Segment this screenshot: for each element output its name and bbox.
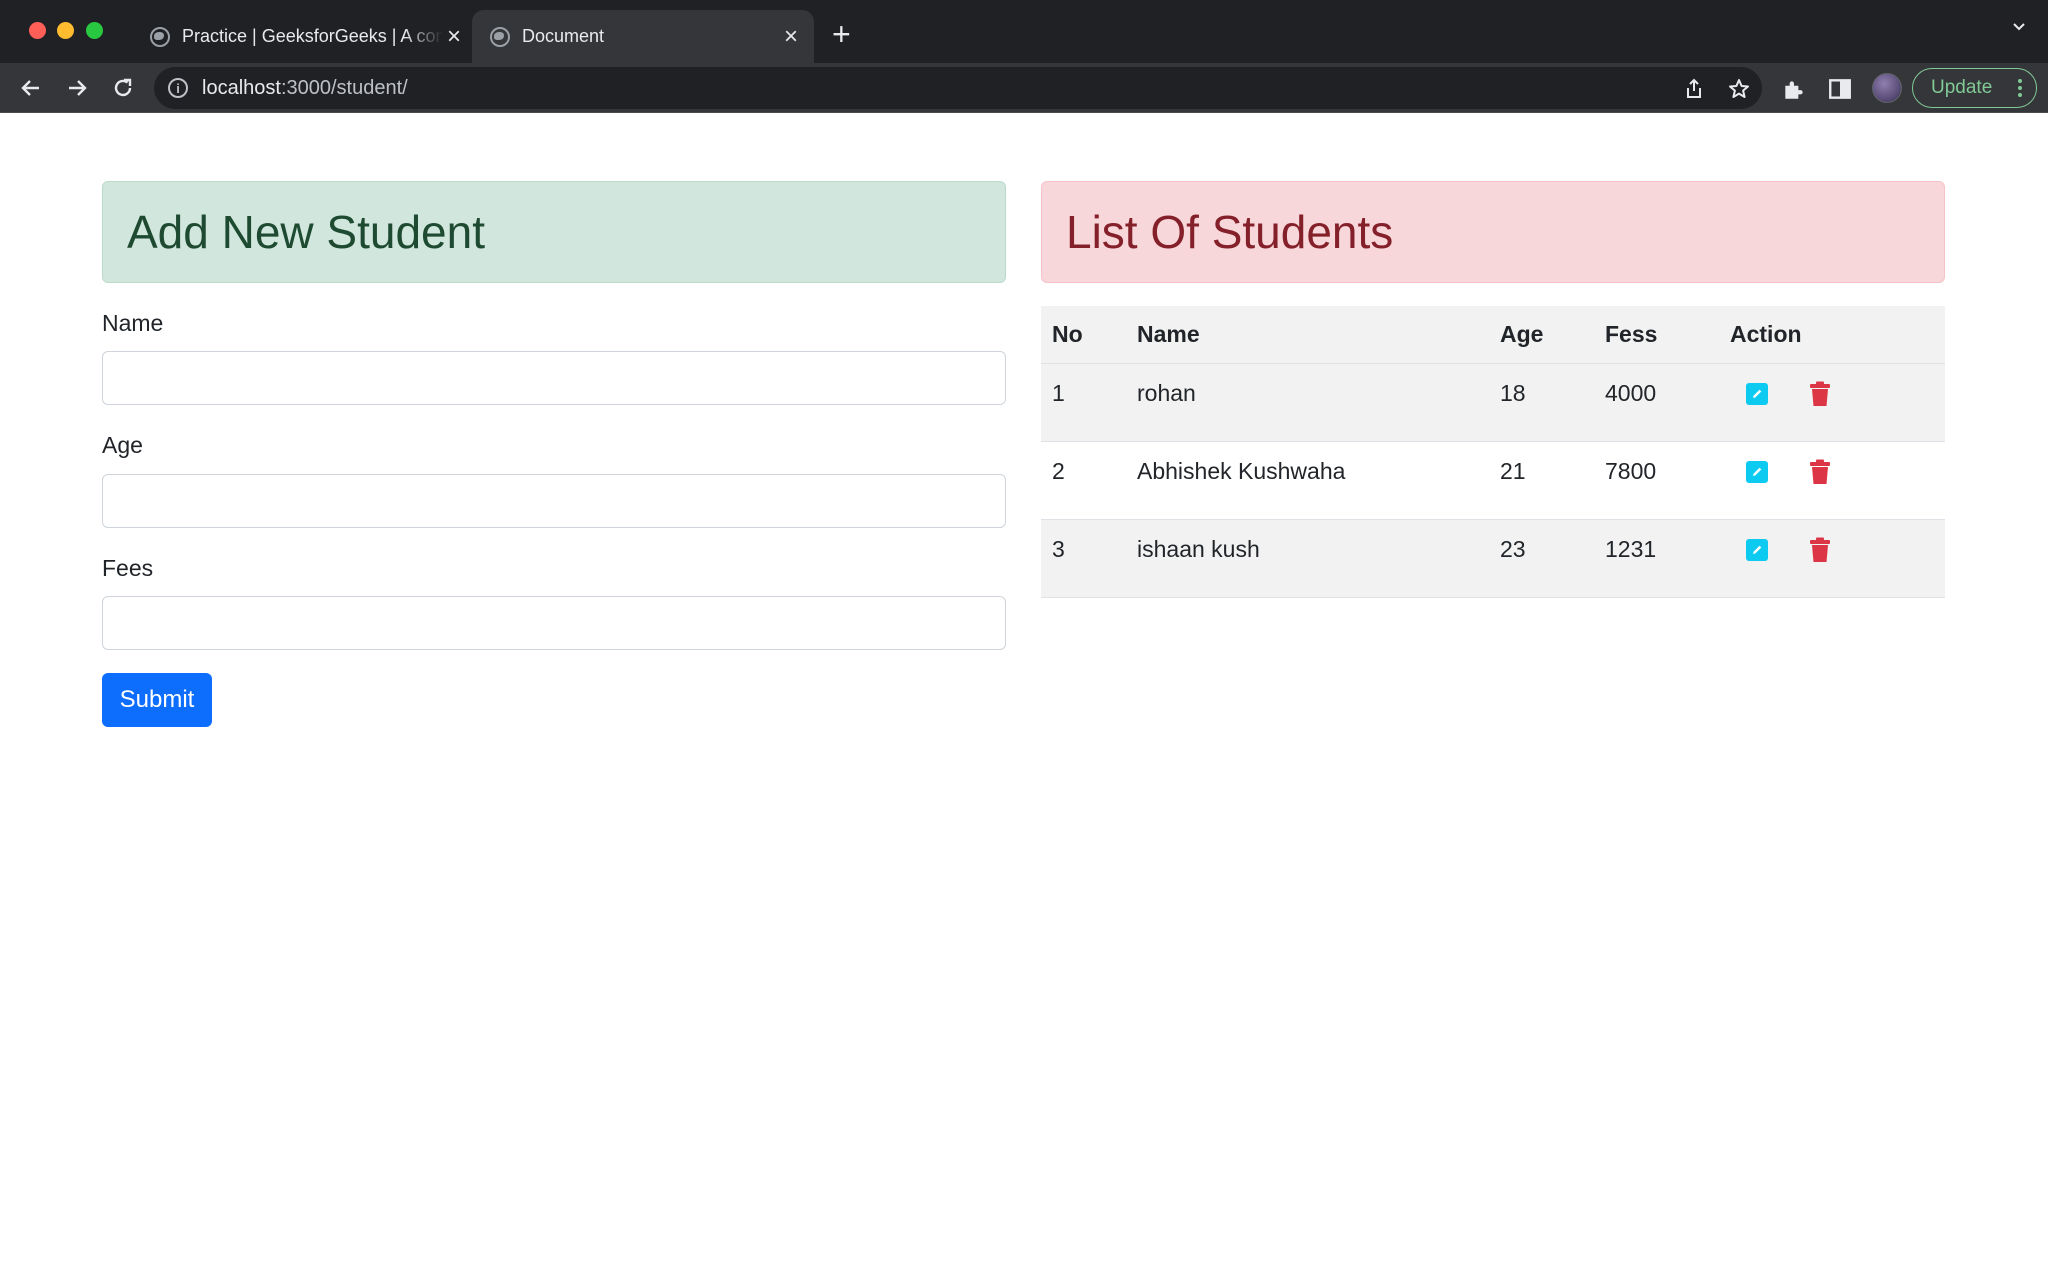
table-header-row: No Name Age Fess Action [1041, 306, 1945, 364]
close-tab-icon[interactable]: × [780, 24, 802, 48]
minimize-window-button[interactable] [57, 22, 74, 39]
table-row: 1 rohan 18 4000 [1041, 363, 1945, 442]
student-table: No Name Age Fess Action 1 rohan 18 4000 [1041, 306, 1945, 598]
edit-icon[interactable] [1746, 460, 1768, 483]
close-tab-icon[interactable]: × [443, 24, 465, 48]
chevron-down-icon[interactable] [2012, 20, 2026, 34]
fees-input[interactable] [102, 596, 1006, 650]
reload-button[interactable] [108, 73, 138, 103]
student-list-heading: List Of Students [1041, 181, 1945, 283]
cell-age: 23 [1489, 519, 1594, 598]
back-button[interactable] [16, 73, 46, 103]
update-button[interactable]: Update [1912, 68, 2037, 108]
column-header-no: No [1041, 306, 1126, 364]
trash-icon[interactable] [1808, 537, 1832, 563]
trash-icon[interactable] [1808, 381, 1832, 407]
arrow-left-icon [21, 80, 39, 96]
more-vert-icon [2018, 79, 2022, 97]
cell-name: ishaan kush [1126, 519, 1489, 598]
add-student-heading: Add New Student [102, 181, 1006, 283]
cell-no: 3 [1041, 519, 1126, 598]
name-input[interactable] [102, 351, 1006, 405]
info-icon[interactable]: i [168, 78, 188, 98]
edit-icon[interactable] [1746, 538, 1768, 561]
cell-fees: 7800 [1594, 441, 1719, 520]
submit-button[interactable]: Submit [102, 673, 212, 727]
cell-name: rohan [1126, 363, 1489, 442]
cell-fees: 1231 [1594, 519, 1719, 598]
trash-icon[interactable] [1808, 459, 1832, 485]
tab-title: Practice | GeeksforGeeks | A computer sc… [182, 26, 443, 46]
forward-button[interactable] [62, 73, 92, 103]
column-header-age: Age [1489, 306, 1594, 364]
globe-icon [150, 26, 170, 47]
cell-action [1719, 363, 1945, 442]
browser-tab-strip: Practice | GeeksforGeeks | A computer sc… [0, 0, 2048, 63]
table-row: 2 Abhishek Kushwaha 21 7800 [1041, 441, 1945, 520]
name-label: Name [102, 310, 164, 336]
reload-icon [114, 78, 132, 97]
cell-age: 21 [1489, 441, 1594, 520]
column-header-name: Name [1126, 306, 1489, 364]
column-header-fees: Fess [1594, 306, 1719, 364]
column-header-action: Action [1719, 306, 1945, 364]
profile-avatar[interactable] [1872, 73, 1902, 103]
bookmark-star-icon[interactable] [1727, 77, 1751, 101]
table-row: 3 ishaan kush 23 1231 [1041, 519, 1945, 598]
cell-age: 18 [1489, 363, 1594, 442]
close-window-button[interactable] [29, 22, 46, 39]
address-bar[interactable]: i localhost:3000/student/ [154, 67, 1762, 109]
page-content: Add New Student Name Age Fees Submit Lis… [0, 113, 2048, 1280]
cell-no: 2 [1041, 441, 1126, 520]
update-label: Update [1931, 77, 1993, 98]
side-panel-icon[interactable] [1827, 76, 1853, 102]
cell-action [1719, 441, 1945, 520]
url-text[interactable]: localhost:3000/student/ [202, 77, 408, 100]
tab-title: Document [522, 26, 605, 46]
cell-no: 1 [1041, 363, 1126, 442]
edit-icon[interactable] [1746, 382, 1768, 405]
new-tab-button[interactable]: + [832, 18, 851, 50]
cell-name: Abhishek Kushwaha [1126, 441, 1489, 520]
age-label: Age [102, 432, 143, 458]
cell-fees: 4000 [1594, 363, 1719, 442]
tab-document[interactable]: Document × [472, 10, 814, 63]
arrow-right-icon [69, 80, 87, 96]
age-input[interactable] [102, 474, 1006, 528]
share-icon[interactable] [1682, 77, 1706, 101]
fees-label: Fees [102, 555, 154, 581]
cell-action [1719, 519, 1945, 598]
tab-geeksforgeeks[interactable]: Practice | GeeksforGeeks | A computer sc… [150, 10, 465, 63]
globe-icon [490, 26, 510, 47]
browser-toolbar: i localhost:3000/student/ Update [0, 63, 2048, 113]
extensions-icon[interactable] [1781, 76, 1807, 102]
maximize-window-button[interactable] [86, 22, 103, 39]
